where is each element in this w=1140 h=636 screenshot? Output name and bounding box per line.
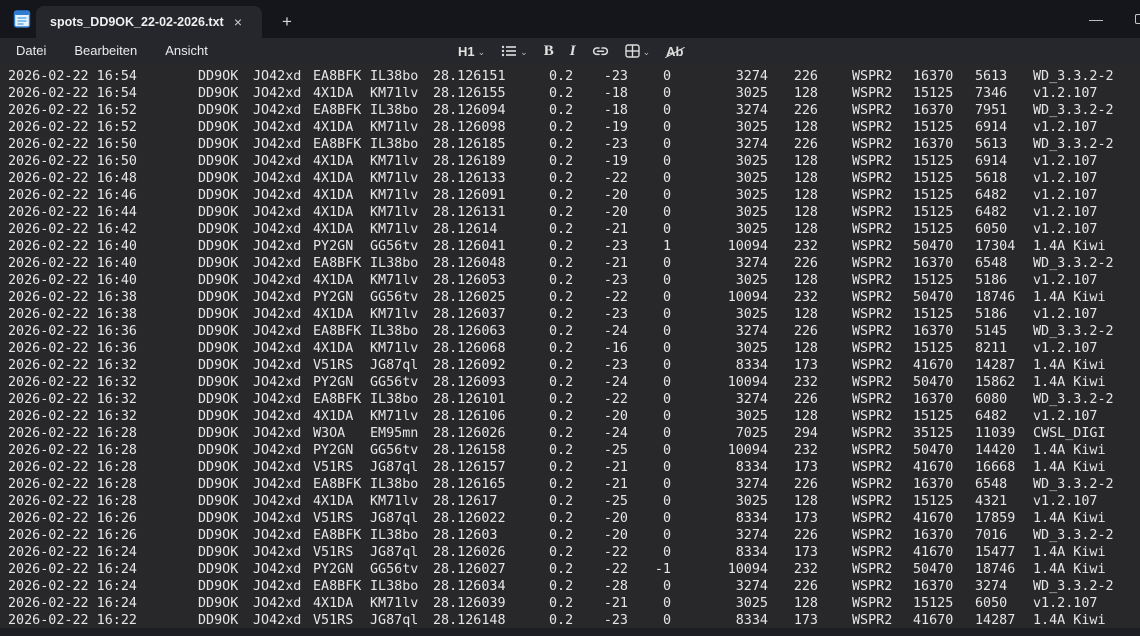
log-line: 2026-02-22 16:54 DD9OK JO42xd 4X1DA KM71lv 28… [8,86,1098,101]
menu-file[interactable]: Datei [2,38,60,64]
log-line: 2026-02-22 16:44 DD9OK JO42xd 4X1DA KM71lv 28… [8,205,1098,220]
menu-edit[interactable]: Bearbeiten [60,38,151,64]
menu-bar: Datei Bearbeiten Ansicht H1 ⌄ ⌄ B I ⌄ Ab [0,38,1140,64]
table-icon [624,44,640,58]
maximize-icon [1135,14,1140,24]
clear-formatting-button[interactable]: Ab [660,40,689,62]
table-dropdown[interactable]: ⌄ [619,40,657,62]
log-line: 2026-02-22 16:38 DD9OK JO42xd PY2GN GG56tv 28… [8,290,1106,305]
log-line: 2026-02-22 16:36 DD9OK JO42xd 4X1DA KM71lv 28… [8,341,1098,356]
tab-close-icon[interactable]: × [228,12,248,32]
log-line: 2026-02-22 16:28 DD9OK JO42xd V51RS JG87ql 28… [8,460,1106,475]
log-line: 2026-02-22 16:52 DD9OK JO42xd 4X1DA KM71lv 28… [8,120,1098,135]
title-bar: spots_DD9OK_22-02-2026.txt × + — [0,0,1140,38]
log-line: 2026-02-22 16:26 DD9OK JO42xd V51RS JG87ql 28… [8,511,1106,526]
log-line: 2026-02-22 16:54 DD9OK JO42xd EA8BFK IL38bo 2… [8,69,1114,84]
chevron-down-icon: ⌄ [642,46,651,57]
chevron-down-icon: ⌄ [477,46,486,57]
log-line: 2026-02-22 16:24 DD9OK JO42xd V51RS JG87ql 28… [8,545,1106,560]
italic-label: I [569,42,576,59]
log-line: 2026-02-22 16:28 DD9OK JO42xd EA8BFK IL38bo 2… [8,477,1114,492]
log-line: 2026-02-22 16:40 DD9OK JO42xd 4X1DA KM71lv 28… [8,273,1098,288]
notepad-app-icon [12,9,32,29]
list-dropdown[interactable]: ⌄ [495,40,534,62]
log-line: 2026-02-22 16:28 DD9OK JO42xd PY2GN GG56tv 28… [8,443,1106,458]
format-toolbar: H1 ⌄ ⌄ B I ⌄ Ab [452,38,689,64]
log-line: 2026-02-22 16:32 DD9OK JO42xd EA8BFK IL38bo 2… [8,392,1114,407]
log-line: 2026-02-22 16:52 DD9OK JO42xd EA8BFK IL38bo 2… [8,103,1114,118]
file-tab[interactable]: spots_DD9OK_22-02-2026.txt × [36,6,262,38]
log-line: 2026-02-22 16:40 DD9OK JO42xd EA8BFK IL38bo 2… [8,256,1114,271]
link-button[interactable] [586,40,615,62]
log-line: 2026-02-22 16:24 DD9OK JO42xd EA8BFK IL38bo 2… [8,579,1114,594]
list-icon [501,44,517,58]
log-line: 2026-02-22 16:26 DD9OK JO42xd EA8BFK IL38bo 2… [8,528,1114,543]
minimize-button[interactable]: — [1074,0,1118,38]
notepad-window: spots_DD9OK_22-02-2026.txt × + — Datei B… [0,0,1140,636]
log-line: 2026-02-22 16:38 DD9OK JO42xd 4X1DA KM71lv 28… [8,307,1098,322]
new-tab-button[interactable]: + [276,11,298,33]
bold-label: B [543,42,554,59]
menu-items: Datei Bearbeiten Ansicht [2,38,222,64]
file-tab-title: spots_DD9OK_22-02-2026.txt [50,15,224,29]
log-line: 2026-02-22 16:50 DD9OK JO42xd EA8BFK IL38bo 2… [8,137,1114,152]
log-line: 2026-02-22 16:42 DD9OK JO42xd 4X1DA KM71lv 28… [8,222,1098,237]
log-line: 2026-02-22 16:28 DD9OK JO42xd W3OA EM95mn 28.… [8,426,1106,441]
link-icon [592,45,609,57]
text-editor-area[interactable]: 2026-02-22 16:54 DD9OK JO42xd EA8BFK IL38bo 2… [0,64,1140,628]
log-line: 2026-02-22 16:48 DD9OK JO42xd 4X1DA KM71lv 28… [8,171,1098,186]
chevron-down-icon: ⌄ [520,46,528,57]
log-line: 2026-02-22 16:24 DD9OK JO42xd 4X1DA KM71lv 28… [8,596,1098,611]
log-line: 2026-02-22 16:46 DD9OK JO42xd 4X1DA KM71lv 28… [8,188,1098,203]
log-line: 2026-02-22 16:40 DD9OK JO42xd PY2GN GG56tv 28… [8,239,1106,254]
log-line: 2026-02-22 16:28 DD9OK JO42xd 4X1DA KM71lv 28… [8,494,1098,509]
bold-button[interactable]: B [538,40,560,62]
heading-label: H1 [458,43,475,59]
heading-dropdown[interactable]: H1 ⌄ [452,40,491,62]
log-line: 2026-02-22 16:32 DD9OK JO42xd V51RS JG87ql 28… [8,358,1106,373]
clear-formatting-icon: Ab [666,43,684,59]
menu-view[interactable]: Ansicht [151,38,222,64]
italic-button[interactable]: I [564,40,582,62]
log-line: 2026-02-22 16:32 DD9OK JO42xd PY2GN GG56tv 28… [8,375,1106,390]
log-line: 2026-02-22 16:36 DD9OK JO42xd EA8BFK IL38bo 2… [8,324,1114,339]
log-line: 2026-02-22 16:32 DD9OK JO42xd 4X1DA KM71lv 28… [8,409,1098,424]
log-lines: 2026-02-22 16:54 DD9OK JO42xd EA8BFK IL38bo 2… [8,68,1140,628]
log-line: 2026-02-22 16:24 DD9OK JO42xd PY2GN GG56tv 28… [8,562,1106,577]
maximize-button[interactable] [1118,0,1140,38]
log-line: 2026-02-22 16:50 DD9OK JO42xd 4X1DA KM71lv 28… [8,154,1098,169]
status-bar-edge [0,628,1140,636]
log-line: 2026-02-22 16:22 DD9OK JO42xd V51RS JG87ql 28… [8,613,1106,628]
